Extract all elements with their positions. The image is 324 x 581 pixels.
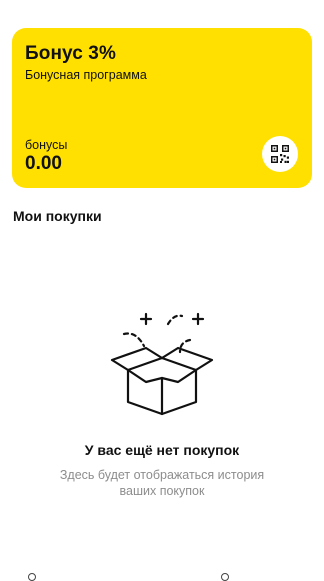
- bonus-title: Бонус 3%: [25, 43, 116, 64]
- bonus-subtitle: Бонусная программа: [25, 68, 147, 82]
- empty-state-title: У вас ещё нет покупок: [84, 442, 240, 458]
- bottom-navigation: [0, 570, 324, 581]
- qr-code-icon: [271, 145, 289, 163]
- bonus-points-value: 0.00: [25, 153, 62, 174]
- bonus-card[interactable]: Бонус 3% Бонусная программа бонусы 0.00: [12, 28, 312, 188]
- nav-icon[interactable]: [28, 573, 36, 581]
- bonus-points-label: бонусы: [25, 138, 68, 152]
- qr-code-button[interactable]: [262, 136, 298, 172]
- open-box-icon: [106, 308, 218, 420]
- empty-state-description: Здесь будет отображаться история ваших п…: [59, 468, 265, 498]
- my-purchases-title: Мои покупки: [13, 208, 102, 224]
- nav-icon[interactable]: [221, 573, 229, 581]
